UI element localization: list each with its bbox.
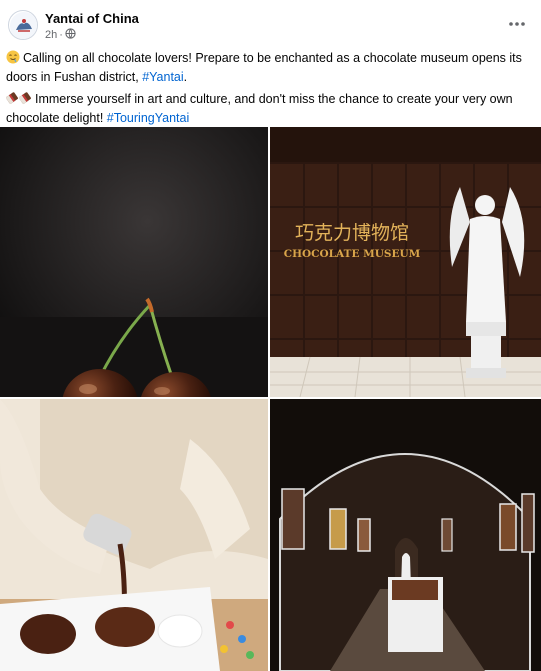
photo-museum-entrance[interactable]: 巧克力博物馆 CHOCOLATE MUSEUM <box>270 127 541 397</box>
museum-sign-english: CHOCOLATE MUSEUM <box>284 248 421 260</box>
museum-sign-chinese: 巧克力博物馆 <box>295 222 409 244</box>
globe-icon <box>65 28 76 42</box>
post-timestamp[interactable]: 2h <box>45 29 57 41</box>
page-avatar[interactable] <box>8 10 38 40</box>
photo-grid: 巧克力博物馆 CHOCOLATE MUSEUM <box>0 127 541 671</box>
photo-museum-gallery[interactable] <box>270 399 541 671</box>
post-body: Calling on all chocolate lovers! Prepare… <box>5 50 534 132</box>
page-name[interactable]: Yantai of China <box>45 11 139 26</box>
post-header: Yantai of China 2h · <box>0 0 541 48</box>
hashtag-yantai[interactable]: #Yantai <box>142 70 183 84</box>
post-paragraph-2: Immerse yourself in art and culture, and… <box>5 91 534 127</box>
photo-chocolate-cherries[interactable] <box>0 127 268 397</box>
post-paragraph-1: Calling on all chocolate lovers! Prepare… <box>6 50 534 86</box>
more-options-icon[interactable] <box>507 14 527 34</box>
chocolate-bar-icon <box>5 91 32 110</box>
paragraph-1-trailing: . <box>183 70 188 84</box>
hashtag-touringyantai[interactable]: #TouringYantai <box>107 111 189 125</box>
paragraph-1-text: Calling on all chocolate lovers! Prepare… <box>6 51 522 84</box>
meta-separator: · <box>59 29 63 41</box>
drooling-face-icon <box>6 50 20 69</box>
paragraph-2-text: Immerse yourself in art and culture, and… <box>6 92 513 125</box>
post-meta: 2h · <box>45 28 76 42</box>
photo-pouring-chocolate[interactable] <box>0 399 268 671</box>
